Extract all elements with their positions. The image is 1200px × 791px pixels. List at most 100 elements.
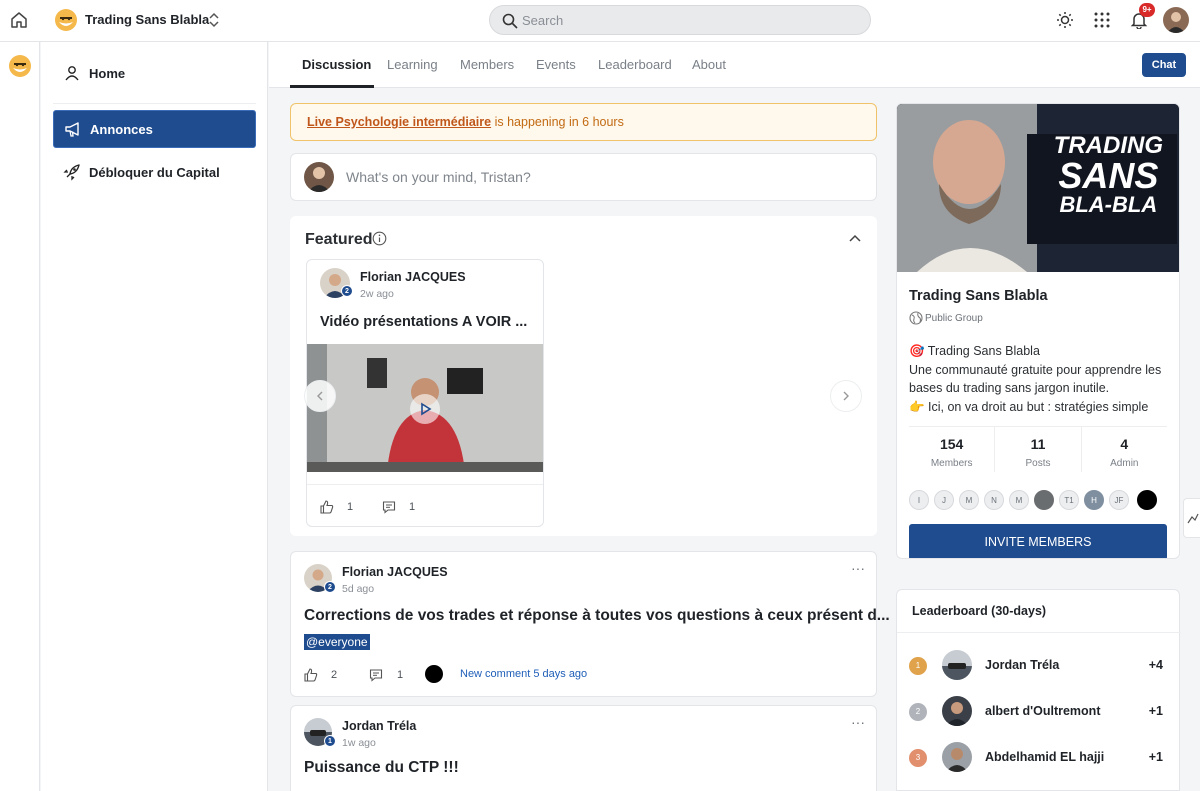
avatar[interactable] [942, 696, 972, 726]
avatar[interactable] [942, 650, 972, 680]
stat-value: 154 [939, 436, 964, 452]
composer-input[interactable] [346, 167, 846, 187]
brand-logo-icon[interactable] [54, 8, 78, 32]
tab-about[interactable]: About [692, 57, 726, 72]
tab-members[interactable]: Members [460, 57, 514, 72]
comment-icon[interactable] [369, 668, 383, 682]
post-card[interactable]: 1 Jordan Tréla 1w ago ··· Puissance du C… [290, 705, 877, 791]
tab-learning[interactable]: Learning [387, 57, 438, 72]
sidebar-item-debloquer[interactable]: Débloquer du Capital [53, 153, 256, 191]
rank-badge: 1 [909, 657, 927, 675]
leaderboard-row[interactable]: 2 albert d'Oultremont +1 [897, 691, 1181, 731]
video-thumbnail[interactable] [307, 344, 543, 472]
post-title[interactable]: Corrections de vos trades et réponse à t… [304, 607, 890, 625]
apps-grid-icon[interactable] [1093, 11, 1111, 29]
desc-line: 👉 Ici, on va droit au but : stratégies s… [909, 399, 1149, 414]
sun-icon[interactable] [1056, 11, 1074, 29]
brand-title[interactable]: Trading Sans Blabla [85, 12, 209, 27]
carousel-next-button[interactable] [830, 380, 862, 412]
leaderboard-row[interactable]: 1 Jordan Tréla +4 [897, 645, 1181, 685]
stat-label: Admin [1110, 458, 1139, 469]
rocket-icon [63, 164, 80, 181]
member-avatar[interactable] [1137, 490, 1157, 510]
new-comment-link[interactable]: New comment 5 days ago [460, 668, 587, 680]
tab-discussion[interactable]: Discussion [302, 57, 371, 72]
left-sidebar: Home Annonces Débloquer du Capital [41, 42, 268, 791]
event-link[interactable]: Live Psychologie intermédiaire [307, 115, 491, 129]
member-avatar[interactable]: T1 [1059, 490, 1079, 510]
search-bar[interactable] [489, 5, 871, 35]
mention-tag[interactable]: @everyone [304, 634, 370, 650]
tab-leaderboard[interactable]: Leaderboard [598, 57, 672, 72]
chevron-up-icon[interactable] [848, 232, 862, 246]
composer-avatar [304, 162, 334, 192]
stat-admin[interactable]: 4 Admin [1082, 427, 1167, 472]
member-avatar[interactable]: M [1009, 490, 1029, 510]
member-avatar[interactable]: N [984, 490, 1004, 510]
megaphone-icon [65, 122, 79, 137]
banner-line: SANS [1058, 155, 1159, 196]
leaderboard-title: Leaderboard (30-days) [912, 604, 1047, 618]
member-avatar[interactable]: JF [1109, 490, 1129, 510]
leaderboard-card: Leaderboard (30-days) 1 Jordan Tréla +4 … [896, 589, 1181, 791]
globe-icon [909, 311, 923, 325]
featured-card[interactable]: 2 Florian JACQUES 2w ago Vidéo présentat… [306, 259, 544, 527]
like-count: 2 [331, 669, 338, 681]
post-title[interactable]: Puissance du CTP !!! [304, 759, 459, 777]
info-icon[interactable] [372, 231, 387, 246]
desc-line: 🎯 Trading Sans Blabla [909, 344, 1040, 358]
post-composer[interactable] [290, 153, 877, 201]
author-name[interactable]: Jordan Tréla [342, 719, 416, 733]
more-options-button[interactable]: ··· [851, 560, 865, 576]
leader-points: +4 [1148, 658, 1163, 672]
group-type: Public Group [925, 313, 983, 324]
member-avatar[interactable]: M [959, 490, 979, 510]
rank-badge: 2 [909, 703, 927, 721]
stat-value: 11 [1030, 436, 1046, 452]
group-info-card: TRADING SANS BLA-BLA Trading Sans Blabla… [896, 103, 1180, 559]
author-name[interactable]: Florian JACQUES [342, 565, 448, 579]
carousel-prev-button[interactable] [304, 380, 336, 412]
tabs-bar: Discussion Learning Members Events Leade… [269, 42, 1200, 88]
chevron-updown-icon[interactable] [205, 10, 223, 30]
level-badge: 2 [324, 581, 336, 593]
member-avatar[interactable]: J [934, 490, 954, 510]
stat-posts[interactable]: 11 Posts [995, 427, 1082, 472]
event-alert-text: is happening in 6 hours [491, 115, 624, 129]
leader-name[interactable]: Abdelhamid EL hajji [985, 750, 1104, 764]
comment-icon[interactable] [382, 500, 396, 514]
rank-badge: 3 [909, 749, 927, 767]
post-time: 5d ago [342, 583, 375, 595]
community-rail [0, 42, 40, 791]
more-options-button[interactable]: ··· [851, 714, 865, 730]
leader-name[interactable]: Jordan Tréla [985, 658, 1059, 672]
featured-post-title[interactable]: Vidéo présentations A VOIR ... [320, 314, 527, 330]
tab-events[interactable]: Events [536, 57, 576, 72]
commenter-avatar[interactable] [425, 665, 443, 683]
member-avatar[interactable] [1034, 490, 1054, 510]
avatar[interactable] [942, 742, 972, 772]
home-icon[interactable] [9, 10, 29, 30]
like-count: 1 [347, 501, 354, 513]
community-logo-icon[interactable] [8, 54, 32, 78]
search-input[interactable] [522, 11, 852, 29]
post-card[interactable]: 2 Florian JACQUES 5d ago ··· Corrections… [290, 551, 890, 697]
member-avatar[interactable]: H [1084, 490, 1104, 510]
play-button[interactable] [410, 394, 440, 424]
side-drawer-toggle[interactable] [1183, 498, 1200, 538]
user-avatar[interactable] [1163, 7, 1189, 33]
thumbs-up-icon[interactable] [320, 500, 334, 514]
sidebar-item-annonces[interactable]: Annonces [53, 110, 256, 148]
sidebar-item-home[interactable]: Home [53, 54, 256, 92]
thumbs-up-icon[interactable] [304, 668, 318, 682]
author-name[interactable]: Florian JACQUES [360, 270, 466, 284]
stat-members[interactable]: 154 Members [909, 427, 996, 472]
sidebar-item-label: Annonces [90, 121, 153, 137]
invite-members-button[interactable]: INVITE MEMBERS [909, 524, 1167, 558]
leader-name[interactable]: albert d'Oultremont [985, 704, 1100, 718]
leaderboard-row[interactable]: 3 Abdelhamid EL hajji +1 [897, 737, 1181, 777]
member-avatar[interactable]: I [909, 490, 929, 510]
chat-button[interactable]: Chat [1142, 53, 1186, 77]
chart-icon [1187, 513, 1199, 524]
stat-label: Members [930, 458, 973, 469]
